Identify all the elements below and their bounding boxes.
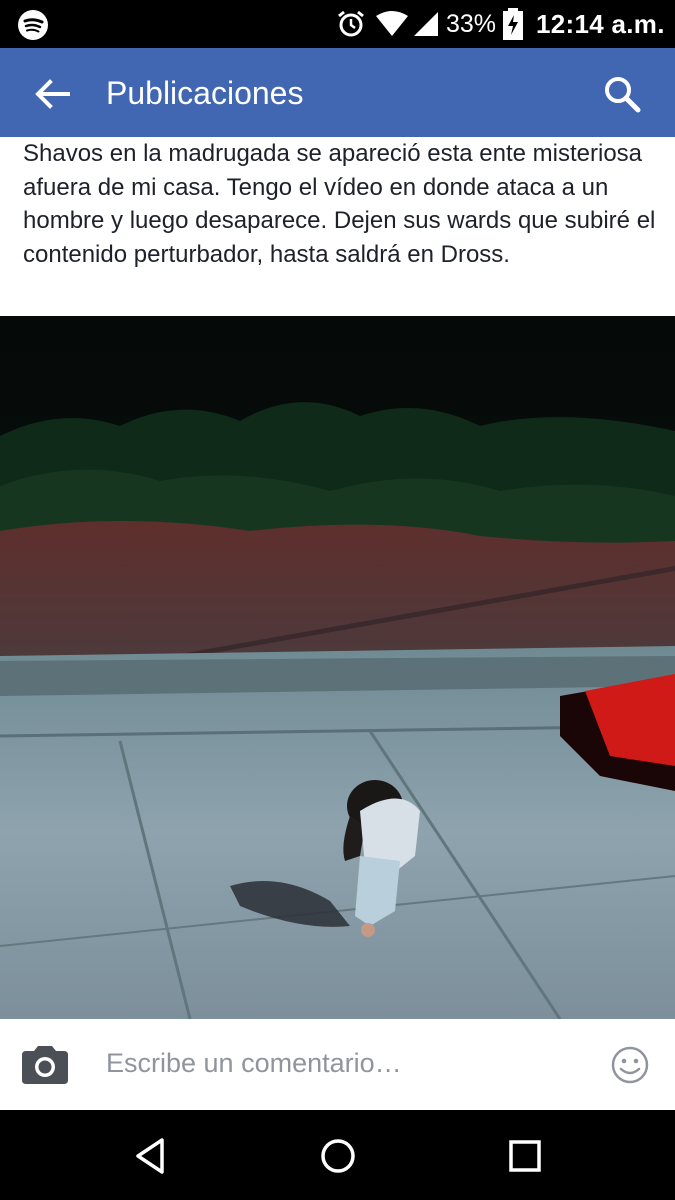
cell-signal-icon xyxy=(414,12,438,36)
system-nav-bar xyxy=(0,1110,675,1200)
battery-charging-icon xyxy=(503,8,523,40)
app-bar: Publicaciones xyxy=(0,48,675,137)
comment-input[interactable]: Escribe un comentario… xyxy=(106,1046,402,1080)
post-photo[interactable] xyxy=(0,316,675,1019)
comment-bar: Escribe un comentario… xyxy=(0,1019,675,1110)
post-text: Shavos en la madrugada se apareció esta … xyxy=(23,140,656,268)
page-title: Publicaciones xyxy=(106,75,304,111)
search-icon[interactable] xyxy=(600,72,644,116)
alarm-icon xyxy=(338,10,364,37)
home-circle-icon[interactable] xyxy=(316,1134,360,1178)
camera-icon[interactable] xyxy=(20,1045,70,1085)
back-triangle-icon[interactable] xyxy=(128,1134,172,1178)
post-body: Shavos en la madrugada se apareció esta … xyxy=(0,137,675,316)
spotify-icon xyxy=(18,10,48,40)
smiley-icon[interactable] xyxy=(610,1045,650,1085)
status-bar: 33% 12:14 a.m. xyxy=(0,0,675,48)
battery-percent: 33% xyxy=(446,10,497,38)
wifi-icon xyxy=(376,11,408,36)
arrow-left-icon[interactable] xyxy=(30,74,74,114)
clock: 12:14 a.m. xyxy=(536,9,665,39)
recents-square-icon[interactable] xyxy=(503,1134,547,1178)
